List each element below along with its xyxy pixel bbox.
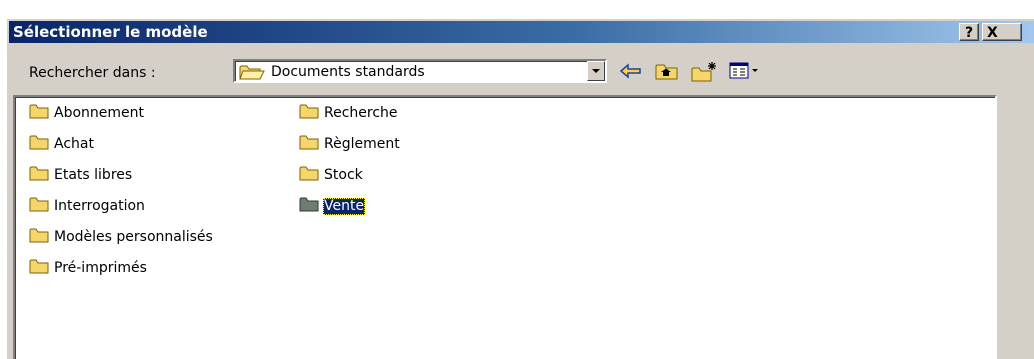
folder-icon [299,103,319,123]
folder-icon [29,227,49,247]
file-list[interactable]: Abonnement Achat Etats libres Interrogation… [13,95,997,359]
folder-icon [299,165,319,185]
folder-label: Recherche [324,104,398,121]
folder-icon [29,165,49,185]
help-button[interactable]: ? [959,23,979,41]
folder-label: Achat [54,135,94,152]
title-bar[interactable]: Sélectionner le modèle ? X [9,21,1034,43]
back-arrow-icon[interactable] [619,61,643,85]
folder-icon [29,103,49,123]
look-in-label: Rechercher dans : [29,65,156,81]
view-menu-icon[interactable] [729,61,761,85]
background-strip [0,0,1034,18]
folder-label: Stock [324,166,363,183]
open-folder-icon [239,63,265,85]
folder-item[interactable]: Recherche [299,103,399,123]
folder-item[interactable]: Modèles personnalisés [29,227,214,247]
dropdown-arrow-icon[interactable] [587,61,605,81]
folder-item[interactable]: Achat [29,134,95,154]
folder-icon [29,134,49,154]
up-folder-icon[interactable] [655,61,679,85]
folder-item[interactable]: Règlement [299,134,401,154]
folder-item[interactable]: Abonnement [29,103,145,123]
folder-label: Vente [323,197,366,215]
folder-icon [299,196,319,216]
folder-icon [29,258,49,278]
select-model-dialog: Sélectionner le modèle ? X Rechercher da… [6,18,1034,359]
close-button[interactable]: X [982,23,1022,41]
folder-label: Etats libres [54,166,133,183]
look-in-value: Documents standards [271,64,425,80]
dialog-title: Sélectionner le modèle [13,23,208,41]
folder-item[interactable]: Stock [299,165,364,185]
folder-item[interactable]: Vente [299,196,366,216]
folder-label: Règlement [324,135,400,152]
folder-label: Interrogation [54,197,145,214]
folder-item[interactable]: Pré-imprimés [29,258,148,278]
folder-icon [29,196,49,216]
folder-icon [299,134,319,154]
look-in-dropdown[interactable]: Documents standards [233,59,607,83]
new-folder-icon[interactable] [691,61,719,87]
folder-label: Abonnement [54,104,145,121]
folder-label: Pré-imprimés [54,259,147,276]
folder-item[interactable]: Interrogation [29,196,146,216]
folder-label: Modèles personnalisés [54,228,213,245]
folder-item[interactable]: Etats libres [29,165,133,185]
